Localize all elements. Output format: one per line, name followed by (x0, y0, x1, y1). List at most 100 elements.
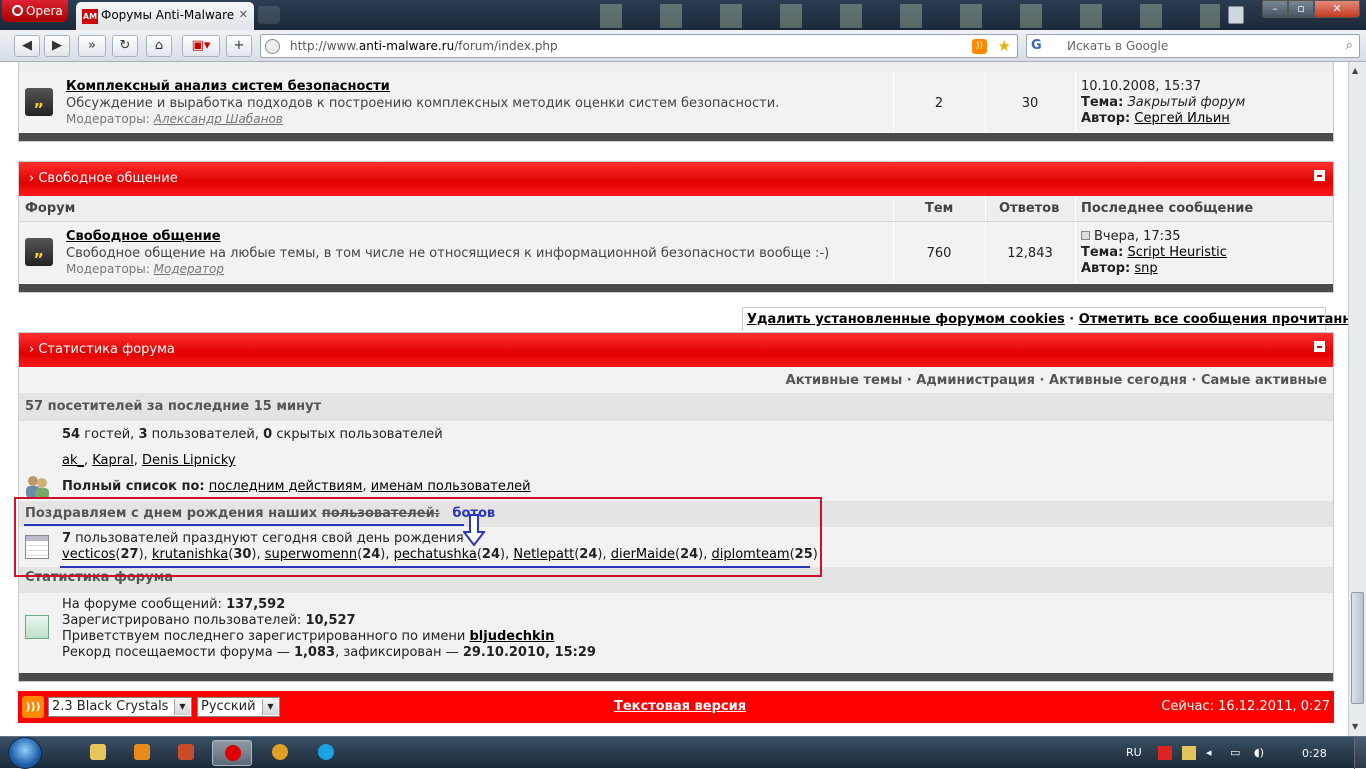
taskbar-opera[interactable] (212, 740, 252, 766)
app-icon (272, 744, 288, 760)
browser-toolbar: ◀ ▶ » ↻ ⌂ ▣▾ + http://www.anti-malware.r… (0, 30, 1366, 62)
chevron-down-icon: ▼ (262, 699, 278, 715)
sort-by-name-link[interactable]: именам пользователей (371, 479, 531, 494)
start-button[interactable] (8, 737, 42, 769)
section-header: › Свободное общение (19, 162, 1333, 196)
home-icon[interactable]: ⌂ (146, 35, 172, 57)
section-header: › Статистика форума (19, 333, 1333, 367)
network-icon[interactable]: ▭ (1230, 746, 1240, 759)
opera-icon (225, 745, 241, 761)
users-icon (26, 476, 49, 499)
taskbar-app[interactable] (166, 740, 206, 766)
last-post-topic-link[interactable]: Script Heuristic (1127, 245, 1226, 260)
opera-menu-button[interactable]: Opera (2, 0, 68, 22)
moderator-link[interactable]: Александр Шабанов (154, 112, 283, 126)
volume-icon[interactable]: ◖) (1254, 746, 1264, 759)
language-indicator[interactable]: RU (1126, 746, 1142, 759)
last-post-author-link[interactable]: snp (1134, 261, 1157, 276)
online-user-link[interactable]: Kapral (92, 453, 133, 468)
topics-count: 760 (926, 246, 952, 261)
text-version-link[interactable]: Текстовая версия (614, 699, 746, 714)
opera-menu-label: Opera (26, 4, 63, 18)
browser-tab-active[interactable]: AM Форумы Anti-Malware ✕ (76, 2, 254, 30)
new-tab-button[interactable] (258, 6, 280, 24)
rss-icon[interactable]: ))) (22, 696, 44, 718)
statistics-icon (25, 615, 49, 639)
rss-feed-icon[interactable]: )) (972, 39, 987, 54)
window-maximize-button[interactable]: ▫ (1288, 0, 1314, 18)
active-today-link[interactable]: Активные сегодня (1049, 373, 1187, 388)
online-summary: 54 гостей, 3 пользователей, 0 скрытых по… (62, 427, 443, 442)
forum-name-link[interactable]: Комплексный анализ систем безопасности (66, 79, 390, 94)
annotation-underline (24, 524, 464, 526)
window-close-button[interactable]: ✕ (1314, 0, 1360, 18)
section-footer-bar (19, 673, 1333, 681)
col-forum: Форум (25, 201, 76, 216)
taskbar-skype[interactable] (306, 740, 346, 766)
last-post-author-link[interactable]: Сергей Ильин (1134, 111, 1229, 126)
replies-count: 30 (1021, 96, 1039, 111)
page-scrollbar[interactable]: ▲ ▼ (1348, 62, 1366, 736)
show-desktop-button[interactable] (1354, 737, 1366, 769)
section-footer-bar (19, 284, 1333, 292)
moderator-link[interactable]: Модератор (154, 262, 224, 276)
online-user-link[interactable]: ak_ (62, 453, 84, 468)
skype-icon (318, 744, 334, 760)
tray-app-icon[interactable] (1182, 746, 1196, 760)
taskbar-media-player[interactable] (122, 740, 162, 766)
fast-forward-icon[interactable]: » (78, 35, 106, 57)
forum-row: „ Комплексный анализ систем безопасности… (19, 72, 1333, 133)
search-box[interactable]: G Искать в Google ⌕ (1026, 34, 1360, 58)
taskbar-explorer[interactable] (78, 740, 118, 766)
last-post: Вчера, 17:35 Тема: Script Heuristic Авто… (1081, 229, 1227, 276)
search-icon[interactable]: ⌕ (1346, 38, 1353, 53)
trash-icon[interactable] (1228, 6, 1244, 24)
forum-name-link[interactable]: Свободное общение (66, 229, 221, 244)
taskbar-app-2[interactable] (260, 740, 300, 766)
speed-dial-icon[interactable]: ▣▾ (182, 35, 220, 57)
tab-title: Форумы Anti-Malware (101, 8, 235, 22)
last-post-arrow-icon[interactable] (1081, 231, 1090, 240)
tab-close-icon[interactable]: ✕ (239, 8, 248, 21)
bookmark-star-icon[interactable]: ★ (998, 37, 1011, 55)
language-select[interactable]: Русский ▼ (197, 697, 280, 717)
folder-icon (90, 744, 106, 760)
most-active-link[interactable]: Самые активные (1201, 373, 1327, 388)
col-last-post: Последнее сообщение (1081, 201, 1254, 216)
online-users-row: 54 гостей, 3 пользователей, 0 скрытых по… (19, 421, 1333, 501)
forum-footer-bar: ))) 2.3 Black Crystals ▼ Русский ▼ Текстов… (18, 691, 1334, 723)
section-title: Свободное общение (38, 171, 178, 186)
collapse-icon[interactable] (1314, 170, 1325, 181)
address-bar[interactable]: http://www.anti-malware.ru/forum/index.p… (260, 34, 1018, 58)
last-post-topic: Закрытый форум (1127, 95, 1246, 110)
google-icon[interactable]: G (1031, 38, 1059, 54)
clock[interactable]: 0:28 (1302, 747, 1327, 760)
add-bookmark-icon[interactable]: + (226, 35, 252, 57)
skin-select[interactable]: 2.3 Black Crystals ▼ (48, 697, 192, 717)
mark-all-read-link[interactable]: Отметить все сообщения прочитанными (1079, 312, 1348, 327)
tray-expand-icon[interactable]: ◂ (1206, 746, 1212, 759)
full-list-row: Полный список по: последним действиям, и… (62, 479, 531, 494)
sort-by-activity-link[interactable]: последним действиям (209, 479, 363, 494)
window-minimize-button[interactable]: – (1262, 0, 1288, 18)
back-icon[interactable]: ◀ (14, 35, 40, 57)
newest-member-link[interactable]: bljudechkin (469, 629, 554, 644)
search-placeholder: Искать в Google (1067, 39, 1169, 53)
forward-icon[interactable]: ▶ (44, 35, 70, 57)
forum-moderators: Модераторы: Александр Шабанов (66, 112, 283, 126)
posts-stat: На форуме сообщений: 137,592 (62, 597, 286, 612)
delete-cookies-link[interactable]: Удалить установленные форумом cookies (747, 312, 1065, 327)
scroll-down-icon[interactable]: ▼ (1352, 722, 1358, 731)
visitors-heading: 57 посетителей за последние 15 минут (19, 393, 1333, 421)
tray-app-icon[interactable] (1158, 746, 1172, 760)
online-user-link[interactable]: Denis Lipnicky (142, 453, 236, 468)
administration-link[interactable]: Администрация (916, 373, 1035, 388)
active-topics-link[interactable]: Активные темы (786, 373, 903, 388)
last-post: 10.10.2008, 15:37 Тема: Закрытый форум А… (1081, 79, 1246, 126)
scrollbar-thumb[interactable] (1351, 592, 1364, 704)
topics-count: 2 (934, 96, 944, 111)
scroll-up-icon[interactable]: ▲ (1352, 66, 1358, 75)
reload-icon[interactable]: ↻ (112, 35, 138, 57)
collapse-icon[interactable] (1314, 341, 1325, 352)
forum-icon: „ (25, 88, 53, 116)
